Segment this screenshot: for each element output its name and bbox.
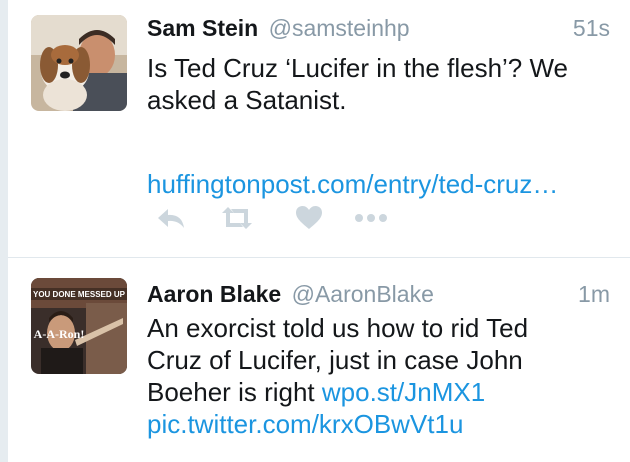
avatar-photo: YOU DONE MESSED UP A-A-Ron! xyxy=(31,278,127,374)
pic-link[interactable]: pic.twitter.com/krxOBwVt1u xyxy=(147,408,617,440)
timestamp[interactable]: 51s xyxy=(573,12,610,44)
reply-icon xyxy=(158,209,184,228)
reply-button[interactable] xyxy=(151,200,191,236)
tweet-text-line: asked a Satanist. xyxy=(147,85,347,115)
tweet-text-spacer xyxy=(147,116,617,148)
avatar-caption-top: YOU DONE MESSED UP xyxy=(33,290,126,299)
article-link[interactable]: huffingtonpost.com/entry/ted-cruz… xyxy=(147,168,617,200)
tweet-header: Aaron Blake @AaronBlake 1m xyxy=(147,278,610,310)
retweet-icon xyxy=(222,207,252,229)
tweet-aaron-blake[interactable]: YOU DONE MESSED UP A-A-Ron! Aaron Blake … xyxy=(8,258,630,462)
more-button[interactable] xyxy=(351,200,391,236)
tweet-text-line-with-link: Boeher is right wpo.st/JnMX1 xyxy=(147,376,617,408)
avatar[interactable] xyxy=(31,15,127,111)
tweet-text-line: Is Ted Cruz ‘Lucifer in the flesh’? We xyxy=(147,53,569,83)
author-name[interactable]: Aaron Blake xyxy=(147,281,281,307)
timestamp[interactable]: 1m xyxy=(578,278,610,310)
tweet-text: Is Ted Cruz ‘Lucifer in the flesh’? We a… xyxy=(147,52,617,200)
retweet-button[interactable] xyxy=(217,200,257,236)
tweet-text-segment: Boeher is right xyxy=(147,377,315,407)
left-rail xyxy=(0,0,8,462)
avatar-photo xyxy=(31,15,127,111)
tweet-text: An exorcist told us how to rid Ted Cruz … xyxy=(147,312,617,440)
like-button[interactable] xyxy=(289,200,329,236)
avatar[interactable]: YOU DONE MESSED UP A-A-Ron! xyxy=(31,278,127,374)
tweet-header: Sam Stein @samsteinhp 51s xyxy=(147,12,610,44)
avatar-caption-bottom: A-A-Ron! xyxy=(34,327,85,341)
tweet-sam-stein[interactable]: Sam Stein @samsteinhp 51s Is Ted Cruz ‘L… xyxy=(8,0,630,257)
more-icon xyxy=(355,214,387,222)
like-icon xyxy=(296,206,322,229)
author-handle[interactable]: @samsteinhp xyxy=(269,15,410,41)
inline-link[interactable]: wpo.st/JnMX1 xyxy=(322,377,485,407)
tweet-text-line: Cruz of Lucifer, just in case John xyxy=(147,345,523,375)
author-name[interactable]: Sam Stein xyxy=(147,15,258,41)
author-handle[interactable]: @AaronBlake xyxy=(292,281,434,307)
tweet-text-line: An exorcist told us how to rid Ted xyxy=(147,313,529,343)
